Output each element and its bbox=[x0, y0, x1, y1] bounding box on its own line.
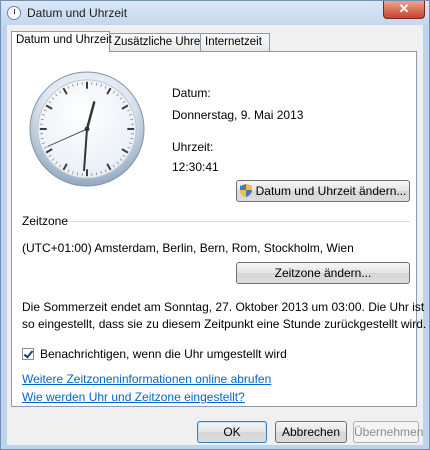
cancel-button[interactable]: Abbrechen bbox=[275, 421, 347, 443]
date-label: Datum: bbox=[172, 86, 211, 100]
tab-internet-time[interactable]: Internetzeit bbox=[200, 33, 270, 51]
shield-icon bbox=[239, 184, 252, 197]
section-divider bbox=[68, 221, 410, 222]
ok-button[interactable]: OK bbox=[197, 421, 267, 443]
timezone-value: (UTC+01:00) Amsterdam, Berlin, Bern, Rom… bbox=[22, 241, 354, 255]
date-time-dialog: Datum und Uhrzeit ✕ Datum und Uhrzeit Zu… bbox=[0, 0, 430, 450]
timezone-section-label: Zeitzone bbox=[22, 214, 69, 228]
how-clock-set-link[interactable]: Wie werden Uhr und Zeitzone eingestellt? bbox=[22, 390, 245, 404]
analog-clock bbox=[29, 71, 145, 187]
close-button[interactable]: ✕ bbox=[383, 1, 425, 19]
tab-additional-clocks[interactable]: Zusätzliche Uhren bbox=[109, 33, 207, 51]
clock-icon bbox=[7, 6, 21, 20]
change-date-time-button[interactable]: Datum und Uhrzeit ändern... bbox=[236, 180, 410, 202]
dialog-client-area: Datum und Uhrzeit Zusätzliche Uhren Inte… bbox=[7, 25, 426, 445]
clock-center-pin bbox=[84, 126, 90, 132]
dst-info-line-2: so eingestellt, dass sie zu diesem Zeitp… bbox=[22, 317, 427, 331]
time-label: Uhrzeit: bbox=[172, 140, 214, 154]
dst-info-line-1: Die Sommerzeit endet am Sonntag, 27. Okt… bbox=[22, 300, 425, 314]
apply-button[interactable]: Übernehmen bbox=[353, 421, 423, 443]
more-timezone-info-link[interactable]: Weitere Zeitzoneninformationen online ab… bbox=[22, 372, 271, 386]
checkmark-icon bbox=[23, 348, 34, 359]
timezone-section-header: Zeitzone bbox=[22, 214, 412, 228]
notify-checkbox-label[interactable]: Benachrichtigen, wenn die Uhr umgestellt… bbox=[40, 347, 287, 361]
tab-date-and-time[interactable]: Datum und Uhrzeit bbox=[11, 31, 112, 52]
tab-panel: Datum: Donnerstag, 9. Mai 2013 Uhrzeit: … bbox=[11, 51, 426, 407]
title-bar[interactable]: Datum und Uhrzeit ✕ bbox=[1, 1, 429, 25]
change-date-time-label: Datum und Uhrzeit ändern... bbox=[255, 184, 407, 198]
notify-checkbox[interactable] bbox=[22, 348, 34, 360]
window-title: Datum und Uhrzeit bbox=[27, 6, 128, 20]
change-timezone-button[interactable]: Zeitzone ändern... bbox=[236, 262, 410, 284]
date-value: Donnerstag, 9. Mai 2013 bbox=[172, 108, 304, 122]
time-value: 12:30:41 bbox=[172, 160, 219, 174]
